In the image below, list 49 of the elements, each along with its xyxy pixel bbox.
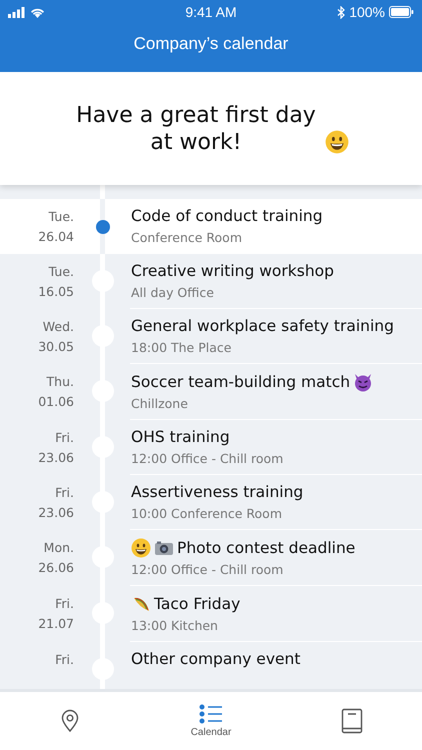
event-location: Chillzone <box>131 395 189 413</box>
wifi-icon <box>30 6 45 18</box>
event-date: 01.06 <box>37 393 74 411</box>
event-day: Thu. <box>0 372 74 392</box>
event-location: 18:00 The Place <box>131 339 232 357</box>
battery-icon <box>389 6 414 18</box>
event-day: Fri. <box>0 428 74 448</box>
event-location: All day Office <box>131 284 215 302</box>
event-location: 12:00 Office - Chill room <box>131 561 284 579</box>
event-title: Creative writing workshop <box>131 262 334 281</box>
greeting-text: Have a great first day at work! <box>75 102 317 156</box>
event-day: Tue. <box>0 207 74 227</box>
event-date: 26.06 <box>37 559 74 577</box>
event-title: Code of conduct training <box>131 207 323 226</box>
event-date: 23.06 <box>37 449 74 467</box>
event-day: Wed. <box>0 317 74 337</box>
book-icon <box>340 708 363 734</box>
event-date: 23.06 <box>37 504 74 522</box>
event-title: General workplace safety training <box>131 317 394 336</box>
event-title: Assertiveness training <box>131 483 304 502</box>
devil-icon <box>353 372 374 392</box>
event-title: Other company event <box>131 650 300 669</box>
event-day: Fri. <box>0 594 74 614</box>
event-location: Conference Room <box>131 229 243 247</box>
event-day: Fri. <box>0 650 74 670</box>
list-icon <box>199 704 223 724</box>
event-row[interactable]: Tue. 26.04 Code of conduct training Conference Room <box>0 199 422 254</box>
event-location: 10:00 Conference Room <box>131 505 283 523</box>
event-location: 13:00 Kitchen <box>131 617 219 635</box>
event-day: Tue. <box>0 262 74 282</box>
battery-percentage: 100% <box>349 4 385 20</box>
bluetooth-icon <box>337 6 346 18</box>
event-date: 30.05 <box>37 338 74 356</box>
event-day: Fri. <box>0 483 74 503</box>
event-date: 16.05 <box>37 283 74 301</box>
event-title: Photo contest deadline <box>177 538 356 558</box>
event-title: Taco Friday <box>154 594 240 614</box>
smiley-icon <box>324 130 348 154</box>
event-date: 21.07 <box>37 615 74 633</box>
event-date: 26.04 <box>37 228 74 246</box>
event-title: OHS training <box>131 428 230 447</box>
event-location: 12:00 Office - Chill room <box>131 450 284 468</box>
signal-icon <box>8 6 26 18</box>
smiley-icon <box>131 538 151 558</box>
event-title: Soccer team-building match <box>131 372 350 392</box>
event-day: Mon. <box>0 538 74 558</box>
pin-icon <box>60 709 80 733</box>
status-time: 9:41 AM <box>184 4 238 20</box>
header-title: Company’s calendar <box>134 34 288 54</box>
